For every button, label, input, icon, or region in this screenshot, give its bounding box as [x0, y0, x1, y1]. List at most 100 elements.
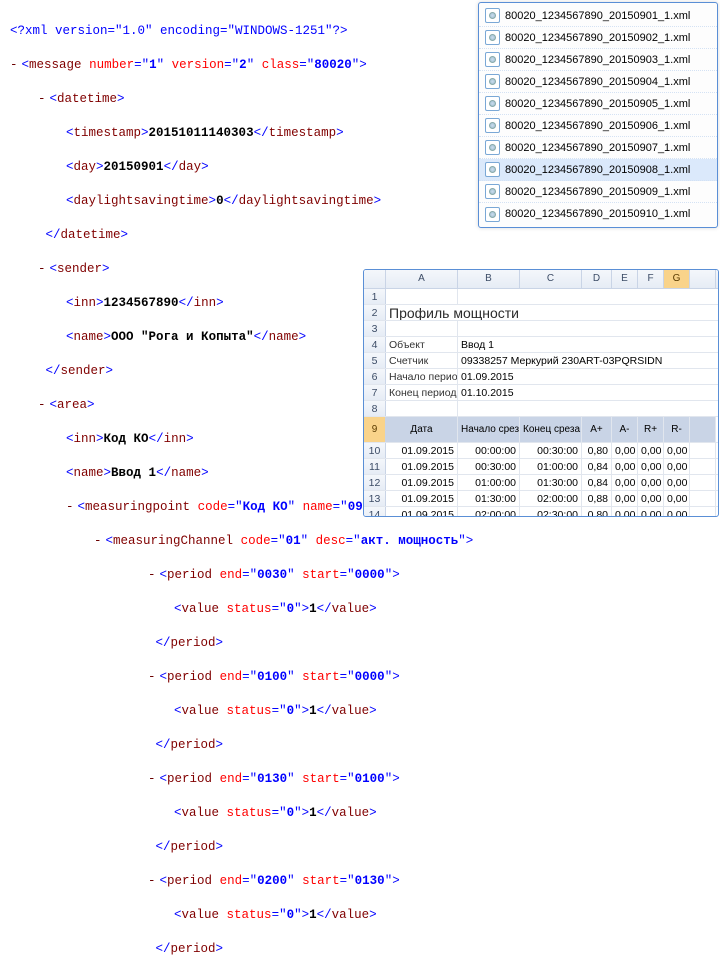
cell[interactable]: 0,00 — [638, 443, 664, 458]
cell[interactable]: 01.10.2015 — [458, 385, 716, 400]
cell[interactable]: 2 — [364, 305, 386, 320]
table-row[interactable]: 1 — [364, 289, 718, 305]
cell[interactable] — [386, 289, 458, 304]
cell[interactable]: 0,00 — [612, 459, 638, 474]
file-row[interactable]: 80020_1234567890_20150903_1.xml — [479, 49, 717, 71]
column-header[interactable]: E — [612, 270, 638, 288]
table-row[interactable]: 1101.09.201500:30:0001:00:000,840,000,00… — [364, 459, 718, 475]
column-header[interactable]: B — [458, 270, 520, 288]
cell[interactable]: 01:00:00 — [520, 459, 582, 474]
cell[interactable]: 0,00 — [664, 443, 690, 458]
cell[interactable]: 0,00 — [664, 459, 690, 474]
collapse-toggle[interactable]: - — [94, 534, 106, 548]
cell[interactable]: 0,00 — [612, 443, 638, 458]
cell[interactable]: 01.09.2015 — [458, 369, 716, 384]
file-row[interactable]: 80020_1234567890_20150906_1.xml — [479, 115, 717, 137]
cell[interactable]: 01:00:00 — [458, 475, 520, 490]
cell[interactable]: 0,88 — [582, 491, 612, 506]
table-row[interactable]: 8 — [364, 401, 718, 417]
cell[interactable]: 0,00 — [638, 475, 664, 490]
cell[interactable] — [690, 475, 716, 490]
cell[interactable]: 0,00 — [664, 491, 690, 506]
cell[interactable]: 01.09.2015 — [386, 507, 458, 517]
header-cell[interactable]: Дата — [386, 417, 458, 442]
table-row[interactable]: 7Конец периода01.10.2015 — [364, 385, 718, 401]
file-row[interactable]: 80020_1234567890_20150902_1.xml — [479, 27, 717, 49]
table-row[interactable]: 5Счетчик09338257 Меркурий 230ART-03PQRSI… — [364, 353, 718, 369]
column-header[interactable]: F — [638, 270, 664, 288]
cell[interactable]: 0,80 — [582, 507, 612, 517]
collapse-toggle[interactable]: - — [10, 58, 22, 72]
table-row[interactable]: 1401.09.201502:00:0002:30:000,800,000,00… — [364, 507, 718, 517]
table-row[interactable]: 6Начало периода01.09.2015 — [364, 369, 718, 385]
table-row[interactable]: 4ОбъектВвод 1 — [364, 337, 718, 353]
cell[interactable]: 0,80 — [582, 443, 612, 458]
cell[interactable] — [690, 491, 716, 506]
cell[interactable]: 01.09.2015 — [386, 491, 458, 506]
cell[interactable]: 6 — [364, 369, 386, 384]
collapse-toggle[interactable]: - — [38, 92, 50, 106]
cell[interactable]: 0,00 — [638, 507, 664, 517]
column-header[interactable]: A — [386, 270, 458, 288]
cell[interactable]: Начало периода — [386, 369, 458, 384]
cell[interactable]: 14 — [364, 507, 386, 517]
table-row[interactable]: 2Профиль мощности — [364, 305, 718, 321]
cell[interactable]: 02:30:00 — [520, 507, 582, 517]
cell[interactable]: 0,00 — [638, 491, 664, 506]
file-row[interactable]: 80020_1234567890_20150908_1.xml — [479, 159, 717, 181]
cell[interactable]: 0,84 — [582, 459, 612, 474]
cell[interactable]: 4 — [364, 337, 386, 352]
cell[interactable]: 0,00 — [612, 491, 638, 506]
cell[interactable]: 09338257 Меркурий 230ART-03PQRSIDN — [458, 353, 716, 368]
cell[interactable]: 02:00:00 — [458, 507, 520, 517]
column-header[interactable] — [364, 270, 386, 288]
collapse-toggle[interactable]: - — [148, 772, 160, 786]
cell[interactable]: 00:30:00 — [520, 443, 582, 458]
cell[interactable]: 0,00 — [664, 475, 690, 490]
header-cell[interactable]: R+ — [638, 417, 664, 442]
cell[interactable] — [690, 443, 716, 458]
table-row[interactable]: 1201.09.201501:00:0001:30:000,840,000,00… — [364, 475, 718, 491]
collapse-toggle[interactable]: - — [148, 568, 160, 582]
column-header[interactable]: D — [582, 270, 612, 288]
header-cell[interactable]: 9 — [364, 417, 386, 442]
file-row[interactable]: 80020_1234567890_20150910_1.xml — [479, 203, 717, 225]
cell[interactable]: 3 — [364, 321, 386, 336]
cell[interactable] — [386, 401, 458, 416]
collapse-toggle[interactable]: - — [38, 398, 50, 412]
cell[interactable]: 0,00 — [612, 507, 638, 517]
file-row[interactable]: 80020_1234567890_20150909_1.xml — [479, 181, 717, 203]
cell[interactable]: 0,00 — [638, 459, 664, 474]
file-row[interactable]: 80020_1234567890_20150905_1.xml — [479, 93, 717, 115]
collapse-toggle[interactable]: - — [148, 670, 160, 684]
cell[interactable]: 1 — [364, 289, 386, 304]
cell[interactable]: Конец периода — [386, 385, 458, 400]
cell[interactable]: 0,84 — [582, 475, 612, 490]
file-row[interactable]: 80020_1234567890_20150907_1.xml — [479, 137, 717, 159]
header-cell[interactable] — [690, 417, 716, 442]
cell[interactable]: 5 — [364, 353, 386, 368]
cell[interactable]: 01.09.2015 — [386, 443, 458, 458]
column-header[interactable]: C — [520, 270, 582, 288]
file-row[interactable]: 80020_1234567890_20150901_1.xml — [479, 5, 717, 27]
header-cell[interactable]: R- — [664, 417, 690, 442]
cell[interactable]: Объект — [386, 337, 458, 352]
cell[interactable]: 7 — [364, 385, 386, 400]
cell[interactable]: 02:00:00 — [520, 491, 582, 506]
cell[interactable]: 12 — [364, 475, 386, 490]
collapse-toggle[interactable]: - — [148, 874, 160, 888]
cell[interactable]: 01.09.2015 — [386, 459, 458, 474]
cell[interactable]: 01:30:00 — [520, 475, 582, 490]
cell[interactable]: Счетчик — [386, 353, 458, 368]
cell[interactable]: 00:00:00 — [458, 443, 520, 458]
cell[interactable]: Профиль мощности — [386, 305, 716, 320]
cell[interactable] — [386, 321, 458, 336]
cell[interactable]: 0,00 — [664, 507, 690, 517]
collapse-toggle[interactable]: - — [66, 500, 78, 514]
table-row[interactable]: 1301.09.201501:30:0002:00:000,880,000,00… — [364, 491, 718, 507]
cell[interactable]: 00:30:00 — [458, 459, 520, 474]
cell[interactable]: 8 — [364, 401, 386, 416]
header-cell[interactable]: Начало среза — [458, 417, 520, 442]
cell[interactable] — [690, 459, 716, 474]
cell[interactable] — [690, 507, 716, 517]
